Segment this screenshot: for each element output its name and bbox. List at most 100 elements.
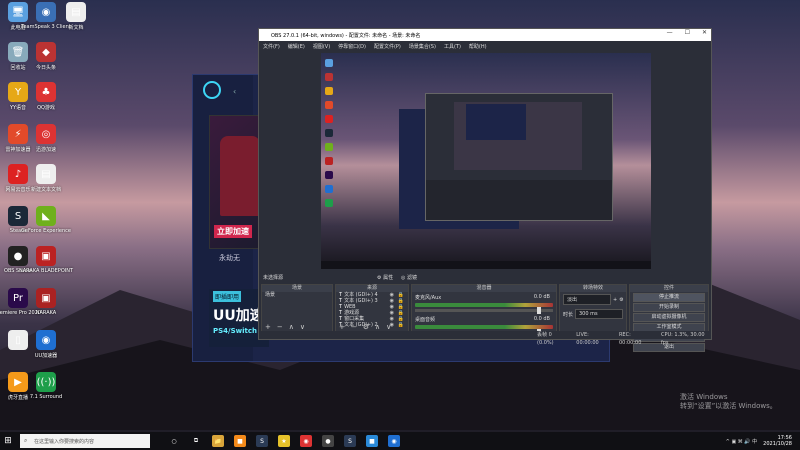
volume-slider[interactable]	[415, 307, 553, 314]
menu-item[interactable]: 停靠窗口(D)	[338, 43, 366, 50]
desktop-icon-label: 新建文本文档	[30, 187, 61, 193]
obs-window[interactable]: OBS 27.0.1 (64-bit, windows) - 配置文件: 未命名…	[258, 28, 712, 352]
properties-button[interactable]: ⚙ 属性	[377, 274, 393, 281]
control-button[interactable]: 开始录制	[633, 303, 705, 312]
menu-item[interactable]: 场景集合(S)	[409, 43, 436, 50]
desktop-icon[interactable]: ◣ GeForce Experience	[21, 206, 71, 234]
desktop-icon[interactable]: ▣ NARAKA BLADEPOINT	[19, 246, 73, 274]
duration-input[interactable]: 300 ms	[575, 309, 623, 319]
app-icon: ♣	[36, 82, 56, 102]
taskbar-app-icon[interactable]: ◉	[300, 435, 312, 447]
preview-icon	[325, 171, 333, 179]
down-icon[interactable]: ∨	[300, 323, 305, 331]
app-icon: ◉	[36, 2, 56, 22]
taskbar-app-icon[interactable]: S	[344, 435, 356, 447]
app-icon: ▯	[8, 330, 28, 350]
app-icon: ●	[8, 246, 28, 266]
taskbar: ⊞ ⌕ 在这里输入你要搜索的内容 ○ ⧉ 📁 ■ S ★ ◉ ● S ■ ◉ ^ ▣ ⌘ 🔊 中 1…	[0, 432, 800, 450]
taskbar-app-icon[interactable]: 📁	[212, 435, 224, 447]
menu-item[interactable]: 视图(V)	[313, 43, 330, 50]
up-icon[interactable]: ∧	[375, 323, 380, 331]
banner-cta[interactable]: 立即加速	[214, 225, 252, 238]
app-icon: 🗑	[8, 42, 28, 62]
menu-item[interactable]: 配置文件(P)	[374, 43, 401, 50]
gear-icon[interactable]: ⚙	[619, 297, 623, 303]
control-button[interactable]: 启动虚拟摄像机	[633, 313, 705, 322]
no-source-label: 未选择源	[263, 275, 284, 281]
app-icon: ((·))	[36, 372, 56, 392]
controls-header: 控件	[630, 285, 708, 292]
add-icon[interactable]: +	[613, 297, 617, 303]
watermark-title: 激活 Windows	[680, 393, 728, 401]
menu-item[interactable]: 文件(F)	[263, 43, 280, 50]
taskbar-app-icon[interactable]: ■	[234, 435, 246, 447]
search-icon: ⌕	[24, 437, 28, 444]
close-icon[interactable]: ✕	[702, 29, 707, 36]
taskbar-app-icon[interactable]: ★	[278, 435, 290, 447]
tray-icons[interactable]: ^ ▣ ⌘ 🔊 中	[726, 438, 758, 445]
controls-dock: 控件 停止推流开始录制启动虚拟摄像机工作室模式设置退出	[629, 284, 709, 352]
taskbar-app-icon[interactable]: ■	[366, 435, 378, 447]
channel-db: 0.0 dB	[533, 294, 550, 300]
desktop-icon[interactable]: ▤ 新建文本文档	[28, 164, 64, 193]
desktop-icon-label: UU加速器	[34, 353, 58, 359]
obs-preview[interactable]	[321, 53, 651, 269]
start-button[interactable]: ⊞	[0, 432, 16, 450]
taskbar-app-icon[interactable]: ○	[168, 435, 180, 447]
control-button[interactable]: 停止推流	[633, 293, 705, 302]
menu-item[interactable]: 工具(T)	[444, 43, 461, 50]
desktop-icon[interactable]: ▤ 新文档	[58, 2, 94, 31]
scenes-dock: 场景 场景 + − ∧ ∨	[261, 284, 333, 332]
desktop-icon-label: 新文档	[68, 25, 84, 31]
maximize-icon[interactable]: ☐	[685, 29, 690, 36]
game-character-image	[220, 136, 260, 216]
obs-title: OBS 27.0.1 (64-bit, windows) - 配置文件: 未命名…	[271, 32, 421, 39]
up-icon[interactable]: ∧	[289, 323, 294, 331]
app-icon: Pr	[8, 288, 28, 308]
desktop-icon-label: 7.1 Surround	[29, 394, 63, 400]
down-icon[interactable]: ∨	[386, 323, 391, 331]
source-toolbar: 未选择源 ⚙ 属性 ◎ 滤镜	[259, 273, 711, 282]
duration-label: 时长	[563, 311, 574, 318]
transition-select[interactable]: 淡出	[563, 294, 611, 305]
app-icon: ⚡	[8, 124, 28, 144]
desktop-icon-label: 虎牙直播	[7, 395, 28, 401]
gear-icon[interactable]: ⚙	[363, 323, 369, 331]
preview-obs-window	[425, 93, 613, 221]
taskbar-search[interactable]: ⌕ 在这里输入你要搜索的内容	[20, 434, 150, 448]
taskbar-app-icon[interactable]: S	[256, 435, 268, 447]
desktop-icon[interactable]: ◉ UU加速器	[28, 330, 64, 359]
clock[interactable]: 17:56 2021/10/28	[763, 435, 792, 447]
desktop-icon[interactable]: ◆ 今日头条	[28, 42, 64, 71]
channel-name: 桌面音频	[415, 317, 436, 323]
status-rec: REC: 00:00:00	[618, 332, 642, 346]
minimize-icon[interactable]: —	[667, 29, 673, 36]
preview-icon	[325, 115, 333, 123]
app-icon: ◉	[36, 330, 56, 350]
scene-item[interactable]: 场景	[262, 292, 332, 298]
mixer-dock: 混音器 麦克风/Aux 0.0 dB 桌面音频 0.0 dB	[411, 284, 557, 336]
remove-icon[interactable]: −	[351, 323, 357, 331]
desktop-icon[interactable]: ((·)) 7.1 Surround	[28, 372, 64, 400]
desktop-icon[interactable]: ◎ 迅游加速	[28, 124, 64, 153]
desktop-icon-label: 网易云音乐	[5, 187, 31, 193]
taskbar-app-icon[interactable]: ⧉	[190, 435, 202, 447]
preview-icon	[325, 59, 333, 67]
filters-button[interactable]: ◎ 滤镜	[401, 274, 417, 281]
desktop-icon[interactable]: ▣ NARAKA	[28, 288, 64, 316]
menu-item[interactable]: 帮助(H)	[469, 43, 487, 50]
add-icon[interactable]: +	[265, 323, 271, 331]
app-icon: ◆	[36, 42, 56, 62]
taskbar-app-icon[interactable]: ●	[322, 435, 334, 447]
desktop-icon[interactable]: ♣ QQ游戏	[28, 82, 64, 111]
control-button[interactable]: 退出	[633, 343, 705, 352]
add-icon[interactable]: +	[339, 323, 345, 331]
obs-titlebar[interactable]: OBS 27.0.1 (64-bit, windows) - 配置文件: 未命名…	[259, 29, 711, 41]
taskbar-app-icon[interactable]: ◉	[388, 435, 400, 447]
preview-icon	[325, 87, 333, 95]
desktop-icon-label: GeForce Experience	[21, 228, 71, 234]
desktop-icon-label: YY语音	[9, 105, 27, 111]
remove-icon[interactable]: −	[277, 323, 283, 331]
back-icon[interactable]: ‹	[233, 87, 236, 96]
menu-item[interactable]: 编辑(E)	[288, 43, 305, 50]
